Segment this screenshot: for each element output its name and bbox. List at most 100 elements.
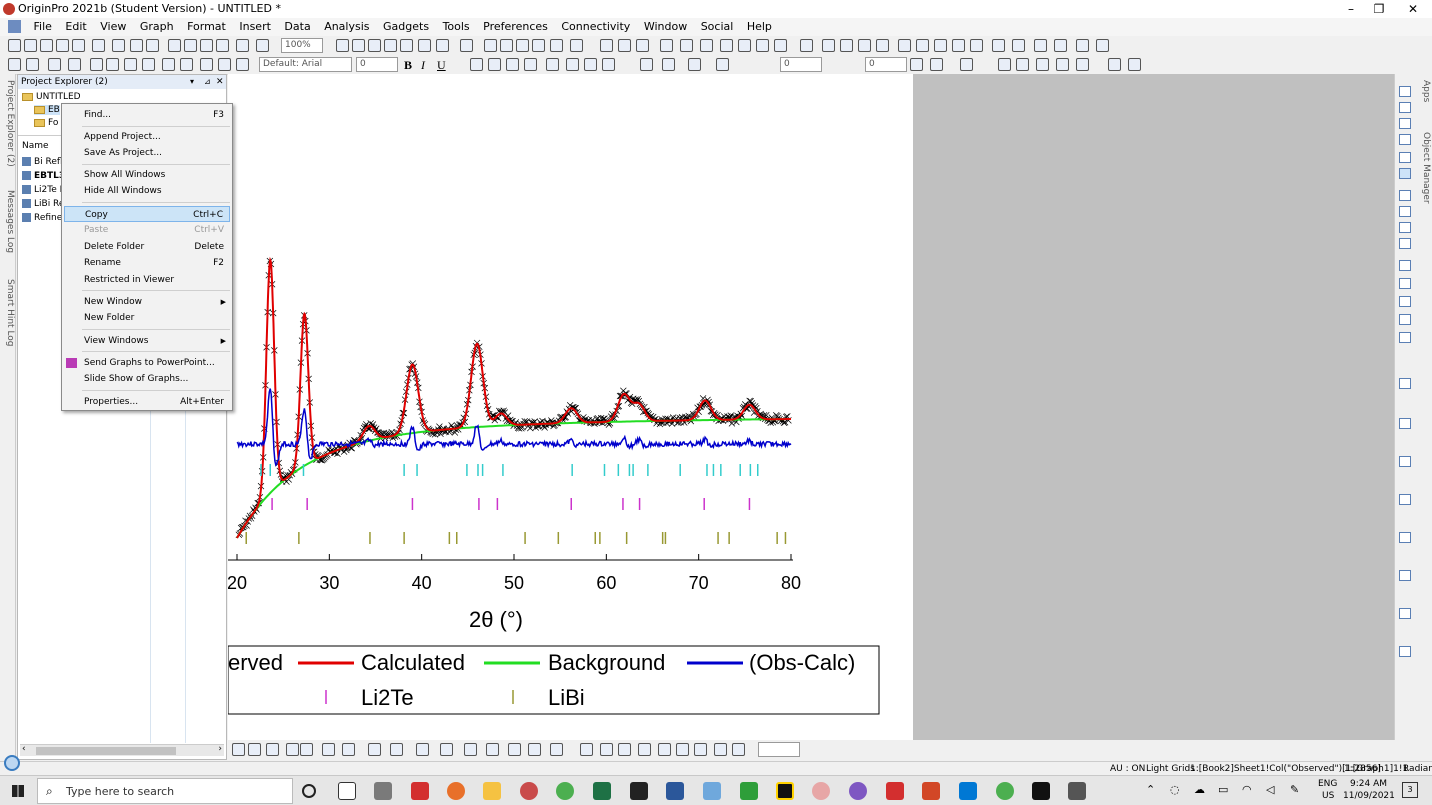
line-width-select[interactable]: 0 bbox=[780, 57, 822, 72]
word-icon[interactable] bbox=[666, 782, 684, 800]
pin-icon[interactable]: ⊿ bbox=[204, 75, 211, 89]
menu-item-new-window[interactable]: New Window ▶ bbox=[64, 294, 230, 310]
tab-object-manager[interactable]: Object Manager bbox=[1417, 132, 1431, 204]
clock-time[interactable]: 9:24 AM bbox=[1350, 779, 1387, 789]
toolbar-tool-icon[interactable] bbox=[1128, 58, 1141, 71]
toolbar-tool-icon[interactable] bbox=[876, 39, 889, 52]
chrome-icon[interactable] bbox=[556, 782, 574, 800]
toolbar-tool-icon[interactable] bbox=[56, 39, 69, 52]
toolbar-tool-icon[interactable] bbox=[68, 58, 81, 71]
toolbar-tool-icon[interactable] bbox=[322, 743, 335, 756]
toolbar-tool-icon[interactable] bbox=[8, 39, 21, 52]
arrange-tool-icon[interactable] bbox=[1399, 570, 1411, 581]
toolbar-tool-icon[interactable] bbox=[470, 58, 483, 71]
app-icon[interactable] bbox=[849, 782, 867, 800]
tree-folder-eb[interactable]: EB bbox=[34, 105, 60, 115]
toolbar-tool-icon[interactable] bbox=[1016, 58, 1029, 71]
axis-tool-icon[interactable] bbox=[1399, 260, 1411, 271]
layer-tool-icon[interactable] bbox=[1399, 190, 1411, 201]
plot-tool-icon[interactable] bbox=[1399, 134, 1411, 145]
toolbar-tool-icon[interactable] bbox=[916, 39, 929, 52]
toolbar-tool-icon[interactable] bbox=[72, 39, 85, 52]
arrange-tool-icon[interactable] bbox=[1399, 608, 1411, 619]
app-icon[interactable] bbox=[959, 782, 977, 800]
notification-icon[interactable]: 3 bbox=[1402, 782, 1418, 798]
firefox-icon[interactable] bbox=[447, 782, 465, 800]
toolbar-tool-icon[interactable] bbox=[440, 743, 453, 756]
menu-item-new-folder[interactable]: New Folder bbox=[64, 310, 230, 326]
name-column-header[interactable]: Name bbox=[22, 141, 49, 151]
menu-edit[interactable]: Edit bbox=[60, 18, 91, 36]
plot-tool-icon[interactable] bbox=[1399, 102, 1411, 113]
smart-hint-icon[interactable] bbox=[4, 755, 20, 771]
toolbar-tool-icon[interactable] bbox=[1096, 39, 1109, 52]
tree-folder-fo[interactable]: Fo bbox=[34, 118, 58, 128]
scroll-right-icon[interactable]: › bbox=[218, 744, 222, 754]
toolbar-tool-icon[interactable] bbox=[460, 39, 473, 52]
menu-view[interactable]: View bbox=[95, 18, 131, 36]
toolbar-tool-icon[interactable] bbox=[266, 743, 279, 756]
toolbar-tool-icon[interactable] bbox=[992, 39, 1005, 52]
menu-item-show-all-windows[interactable]: Show All Windows bbox=[64, 167, 230, 183]
toolbar-tool-icon[interactable] bbox=[216, 39, 229, 52]
toolbar-tool-icon[interactable] bbox=[688, 58, 701, 71]
toolbar-tool-icon[interactable] bbox=[1056, 58, 1069, 71]
menu-analysis[interactable]: Analysis bbox=[319, 18, 374, 36]
scroll-left-icon[interactable]: ‹ bbox=[22, 744, 26, 754]
toolbar-tool-icon[interactable] bbox=[602, 58, 615, 71]
menu-social[interactable]: Social bbox=[696, 18, 739, 36]
menu-help[interactable]: Help bbox=[742, 18, 777, 36]
toolbar-tool-icon[interactable] bbox=[8, 58, 21, 71]
toolbar-tool-icon[interactable] bbox=[146, 39, 159, 52]
toolbar-tool-icon[interactable] bbox=[640, 58, 653, 71]
pen-icon[interactable]: ✎ bbox=[1290, 783, 1299, 796]
arrange-tool-icon[interactable] bbox=[1399, 646, 1411, 657]
toolbar-tool-icon[interactable] bbox=[930, 58, 943, 71]
acrobat-icon[interactable] bbox=[886, 782, 904, 800]
toolbar-tool-icon[interactable] bbox=[92, 39, 105, 52]
menu-item-paste[interactable]: Paste Ctrl+V bbox=[64, 222, 230, 238]
toolbar-tool-icon[interactable] bbox=[584, 58, 597, 71]
toolbar-tool-icon[interactable] bbox=[256, 39, 269, 52]
arrange-tool-icon[interactable] bbox=[1399, 378, 1411, 389]
toolbar-tool-icon[interactable] bbox=[952, 39, 965, 52]
toolbar-tool-icon[interactable] bbox=[532, 39, 545, 52]
language-indicator[interactable]: ENG bbox=[1318, 779, 1337, 789]
toolbar-tool-icon[interactable] bbox=[1012, 39, 1025, 52]
tree-root[interactable]: UNTITLED bbox=[22, 92, 81, 102]
menu-item-slide-show[interactable]: Slide Show of Graphs... bbox=[64, 371, 230, 387]
axis-tool-icon[interactable] bbox=[1399, 296, 1411, 307]
scrollbar-thumb[interactable] bbox=[36, 747, 176, 755]
toolbar-tool-icon[interactable] bbox=[1108, 58, 1121, 71]
toolbar-tool-icon[interactable] bbox=[218, 58, 231, 71]
zoom-select[interactable]: 100% bbox=[281, 38, 323, 53]
menu-item-rename[interactable]: Rename F2 bbox=[64, 255, 230, 271]
terminal-icon[interactable] bbox=[1032, 782, 1050, 800]
origin-active-icon[interactable] bbox=[812, 782, 830, 800]
tab-project-explorer[interactable]: Project Explorer (2) bbox=[1, 80, 15, 167]
toolbar-tool-icon[interactable] bbox=[416, 743, 429, 756]
taskbar-search-box[interactable]: ⌕ Type here to search bbox=[37, 778, 293, 804]
app-icon[interactable] bbox=[703, 782, 721, 800]
menu-preferences[interactable]: Preferences bbox=[478, 18, 553, 36]
layer-tool-icon[interactable] bbox=[1399, 222, 1411, 233]
toolbar-tool-icon[interactable] bbox=[464, 743, 477, 756]
menu-item-send-to-powerpoint[interactable]: Send Graphs to PowerPoint... bbox=[64, 355, 230, 371]
toolbar-tool-icon[interactable] bbox=[368, 39, 381, 52]
toolbar-tool-icon[interactable] bbox=[286, 743, 299, 756]
plot-tool-icon[interactable] bbox=[1399, 86, 1411, 97]
tab-messages-log[interactable]: Messages Log bbox=[1, 190, 15, 253]
toolbar-tool-icon[interactable] bbox=[400, 39, 413, 52]
toolbar-tool-icon[interactable] bbox=[486, 743, 499, 756]
list-item[interactable]: Li2Te R bbox=[22, 185, 66, 195]
toolbar-tool-icon[interactable] bbox=[506, 58, 519, 71]
toolbar-tool-icon[interactable] bbox=[732, 743, 745, 756]
toolbar-tool-icon[interactable] bbox=[112, 39, 125, 52]
toolbar-tool-icon[interactable] bbox=[898, 39, 911, 52]
toolbar-tool-icon[interactable] bbox=[1076, 39, 1089, 52]
menu-format[interactable]: Format bbox=[182, 18, 231, 36]
tray-icon[interactable]: ◌ bbox=[1170, 783, 1180, 796]
toolbar-tool-icon[interactable] bbox=[516, 39, 529, 52]
toolbar-tool-icon[interactable] bbox=[618, 743, 631, 756]
layer-tool-icon[interactable] bbox=[1399, 206, 1411, 217]
